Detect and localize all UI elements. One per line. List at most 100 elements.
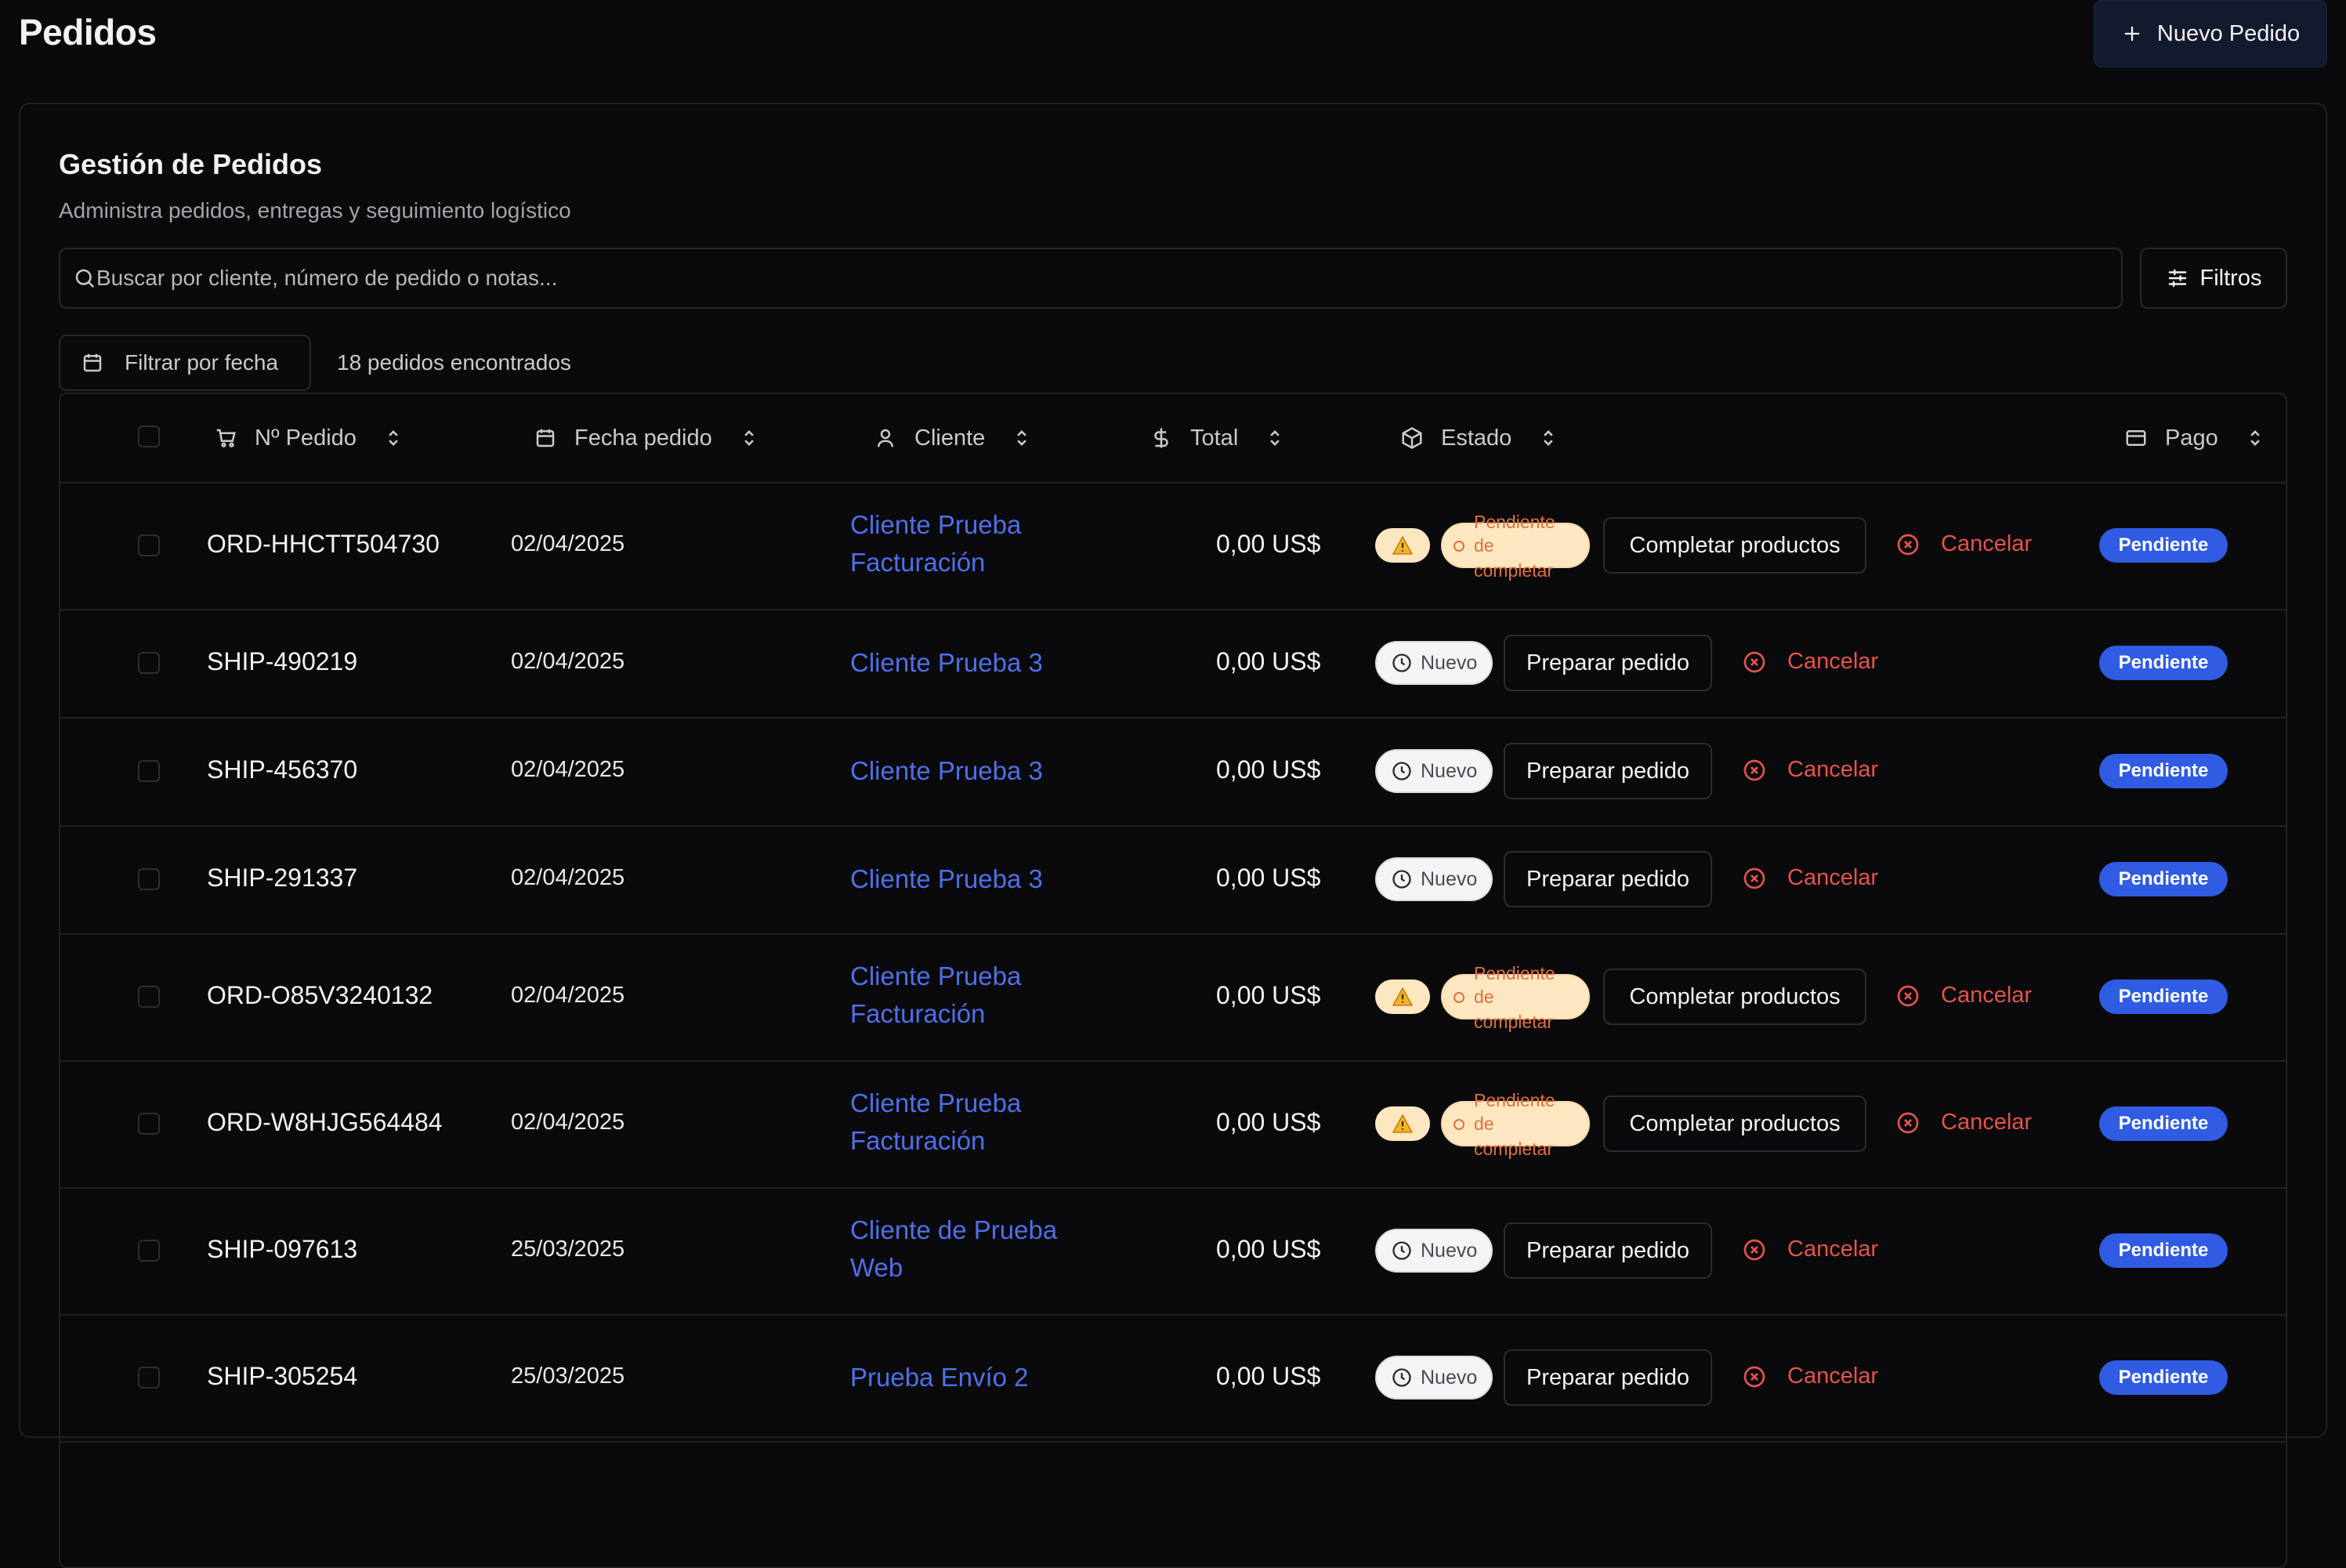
client-link[interactable]: Cliente Prueba 3 xyxy=(850,860,1117,898)
order-date: 02/04/2025 xyxy=(511,1110,625,1135)
row-checkbox[interactable] xyxy=(138,760,160,782)
orders-table: Nº Pedido Fecha pedido Cliente Total Est xyxy=(59,393,2287,1568)
clock-icon xyxy=(1392,762,1411,780)
new-order-button[interactable]: Nuevo Pedido xyxy=(2094,0,2327,67)
order-total: 0,00 US$ xyxy=(1216,864,1321,892)
table-row[interactable]: ORD-HHCTT504730 02/04/2025 Cliente Prueba F… xyxy=(60,482,2286,610)
payment-status-badge: Pendiente xyxy=(2099,528,2228,563)
sort-icon xyxy=(744,430,754,446)
search-box xyxy=(59,248,2123,309)
cancel-button[interactable]: Cancelar xyxy=(1895,983,2032,1009)
prepare-order-button[interactable]: Preparar pedido xyxy=(1504,1349,1712,1406)
prepare-order-button[interactable]: Preparar pedido xyxy=(1504,1222,1712,1279)
client-link[interactable]: Cliente Prueba 3 xyxy=(850,752,1117,790)
cancel-label: Cancelar xyxy=(1941,1110,2033,1135)
row-checkbox[interactable] xyxy=(138,986,160,1008)
table-row[interactable]: SHIP-291337 02/04/2025 Cliente Prueba 3 0,0… xyxy=(60,825,2286,935)
cancel-button[interactable]: Cancelar xyxy=(1742,649,1878,675)
status-badge-new: Nuevo xyxy=(1375,749,1493,793)
cancel-button[interactable]: Cancelar xyxy=(1742,865,1878,891)
column-client[interactable]: Cliente xyxy=(874,394,1030,482)
order-date: 25/03/2025 xyxy=(511,1363,625,1389)
status-dot-icon xyxy=(1454,992,1464,1003)
status-text-line2: de xyxy=(1474,987,1494,1007)
status-badge-new: Nuevo xyxy=(1375,857,1493,901)
sort-icon xyxy=(2250,430,2260,446)
status-text: Nuevo xyxy=(1421,867,1478,890)
cancel-button[interactable]: Cancelar xyxy=(1895,1110,2032,1135)
prepare-order-button[interactable]: Preparar pedido xyxy=(1504,743,1712,799)
row-checkbox[interactable] xyxy=(138,534,160,556)
cancel-button[interactable]: Cancelar xyxy=(1742,1237,1878,1262)
column-order[interactable]: Nº Pedido xyxy=(214,394,402,482)
x-circle-icon xyxy=(1743,1239,1765,1260)
row-checkbox[interactable] xyxy=(138,868,160,890)
table-row[interactable]: SHIP-490219 02/04/2025 Cliente Prueba 3 0,0… xyxy=(60,609,2286,719)
column-status-label: Estado xyxy=(1441,425,1512,451)
table-row[interactable]: ORD-W8HJG564484 02/04/2025 Cliente Prueba F… xyxy=(60,1060,2286,1189)
select-all-checkbox[interactable] xyxy=(138,425,160,447)
search-icon xyxy=(75,269,95,288)
sort-icon xyxy=(389,430,398,446)
status-badge-pending: Pendiente de completar xyxy=(1441,963,1590,1032)
client-name: Prueba Envío 2 xyxy=(850,1363,1029,1392)
order-total: 0,00 US$ xyxy=(1216,755,1321,784)
status-text-line2: de xyxy=(1474,535,1494,556)
cancel-button[interactable]: Cancelar xyxy=(1742,757,1878,783)
status-text-line1: Pendiente xyxy=(1474,512,1555,532)
complete-products-button[interactable]: Completar productos xyxy=(1603,1095,1866,1152)
column-payment[interactable]: Pago xyxy=(2124,394,2264,482)
cancel-button[interactable]: Cancelar xyxy=(1742,1363,1878,1389)
card-subtitle: Administra pedidos, entregas y seguimien… xyxy=(59,198,571,223)
order-number: ORD-HHCTT504730 xyxy=(207,530,440,558)
order-number: SHIP-456370 xyxy=(207,755,358,784)
client-link[interactable]: Cliente Prueba Facturación xyxy=(850,958,1117,1033)
table-row[interactable]: SHIP-456370 02/04/2025 Cliente Prueba 3 0,0… xyxy=(60,717,2286,827)
x-circle-icon xyxy=(1897,534,1919,555)
order-number: ORD-O85V3240132 xyxy=(207,981,433,1009)
client-name-line1: Cliente Prueba xyxy=(850,961,1022,990)
warning-icon xyxy=(1392,536,1413,555)
complete-products-button[interactable]: Completar productos xyxy=(1603,969,1866,1025)
x-circle-icon xyxy=(1897,1112,1919,1133)
prepare-order-button[interactable]: Preparar pedido xyxy=(1504,851,1712,907)
client-link[interactable]: Cliente Prueba Facturación xyxy=(850,1085,1117,1160)
row-checkbox[interactable] xyxy=(138,652,160,674)
clock-icon xyxy=(1392,654,1411,672)
client-link[interactable]: Prueba Envío 2 xyxy=(850,1359,1117,1396)
order-number: SHIP-305254 xyxy=(207,1362,358,1390)
order-number: ORD-W8HJG564484 xyxy=(207,1108,443,1136)
table-row[interactable]: SHIP-305254 25/03/2025 Prueba Envío 2 0,00 … xyxy=(60,1314,2286,1443)
calendar-icon xyxy=(83,353,102,372)
order-total: 0,00 US$ xyxy=(1216,647,1321,675)
client-link[interactable]: Cliente de Prueba Web xyxy=(850,1211,1117,1287)
column-status[interactable]: Estado xyxy=(1400,394,1557,482)
table-row[interactable]: SHIP-097613 25/03/2025 Cliente de Prueba We… xyxy=(60,1187,2286,1316)
column-total[interactable]: Total xyxy=(1149,394,1283,482)
cancel-label: Cancelar xyxy=(1787,649,1879,674)
status-badge-pending: Pendiente de completar xyxy=(1441,1090,1590,1159)
order-total: 0,00 US$ xyxy=(1216,1235,1321,1263)
sort-icon xyxy=(1544,430,1554,446)
top-bar: Pedidos Nuevo Pedido xyxy=(0,0,2346,78)
prepare-order-button[interactable]: Preparar pedido xyxy=(1504,635,1712,691)
status-text-line3: completar xyxy=(1474,1139,1553,1159)
page-title: Pedidos xyxy=(19,12,157,53)
search-input[interactable] xyxy=(60,249,2121,307)
status-text-line2: de xyxy=(1474,1114,1494,1134)
cancel-label: Cancelar xyxy=(1787,1237,1879,1262)
table-row[interactable]: ORD-O85V3240132 02/04/2025 Cliente Prueba F… xyxy=(60,933,2286,1062)
x-circle-icon xyxy=(1743,759,1765,780)
date-filter-button[interactable]: Filtrar por fecha xyxy=(59,335,311,391)
row-checkbox[interactable] xyxy=(138,1113,160,1135)
row-checkbox[interactable] xyxy=(138,1367,160,1389)
column-order-label: Nº Pedido xyxy=(255,425,357,451)
filters-button[interactable]: Filtros xyxy=(2140,248,2287,309)
cancel-button[interactable]: Cancelar xyxy=(1895,531,2032,557)
client-link[interactable]: Cliente Prueba 3 xyxy=(850,644,1117,682)
client-link[interactable]: Cliente Prueba Facturación xyxy=(850,506,1117,581)
row-checkbox[interactable] xyxy=(138,1240,160,1262)
complete-products-button[interactable]: Completar productos xyxy=(1603,517,1866,574)
date-filter-label: Filtrar por fecha xyxy=(125,350,279,375)
column-date[interactable]: Fecha pedido xyxy=(534,394,758,482)
